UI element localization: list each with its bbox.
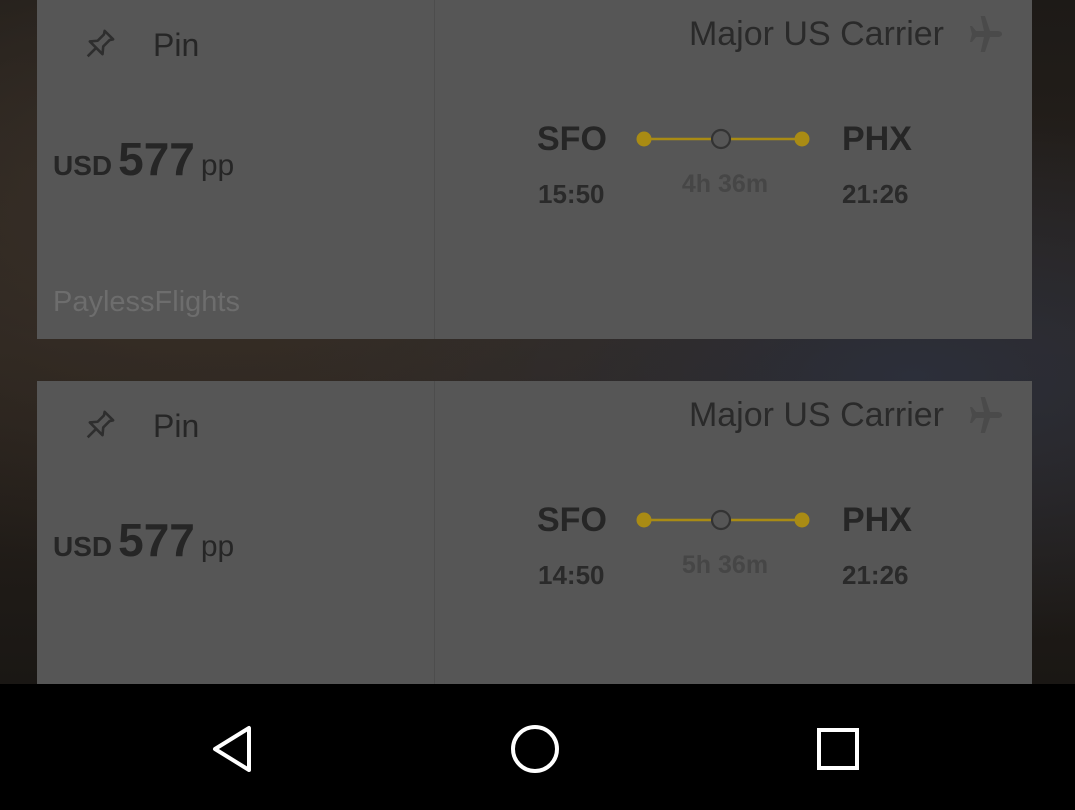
origin-airport: SFO <box>537 120 607 158</box>
carrier-name: Major US Carrier <box>688 395 944 434</box>
route-timeline <box>636 128 810 150</box>
flight-route: SFO 14:50 5h 36m PHX 21:26 <box>537 499 937 599</box>
pin-label: Pin <box>153 407 200 444</box>
flight-result-card[interactable]: Pin USD 577 pp PaylessFlights Major US C… <box>37 0 1032 339</box>
destination-dot <box>794 131 810 147</box>
price-unit: pp <box>200 530 235 563</box>
origin-airport: SFO <box>537 501 607 539</box>
carrier-name: Major US Carrier <box>688 14 944 53</box>
home-button[interactable] <box>500 714 570 784</box>
price-amount: 577 <box>118 514 195 566</box>
card-divider <box>434 0 435 339</box>
pin-button[interactable]: Pin <box>77 403 199 449</box>
stop-dot <box>710 509 732 531</box>
price-amount: 577 <box>118 133 195 185</box>
origin-dot <box>636 131 652 147</box>
price-currency: USD <box>53 531 113 562</box>
flight-duration: 5h 36m <box>681 551 769 579</box>
pushpin-icon <box>77 404 121 448</box>
destination-airport: PHX <box>842 120 912 158</box>
destination-airport: PHX <box>842 501 912 539</box>
results-screen: Pin USD 577 pp PaylessFlights Major US C… <box>0 0 1075 684</box>
card-divider <box>434 381 435 684</box>
back-button[interactable] <box>197 714 267 784</box>
arrival-time: 21:26 <box>842 560 909 590</box>
price: USD 577 pp <box>53 132 234 186</box>
arrival-time: 21:26 <box>842 179 909 209</box>
system-navigation-bar <box>0 684 1075 810</box>
stop-dot <box>710 128 732 150</box>
destination-dot <box>794 512 810 528</box>
back-triangle-icon <box>213 726 251 772</box>
airplane-icon <box>962 395 1010 435</box>
price-currency: USD <box>53 150 113 181</box>
airplane-icon <box>962 14 1010 54</box>
recents-button[interactable] <box>803 714 873 784</box>
departure-time: 14:50 <box>538 560 605 590</box>
carrier-row: Major US Carrier <box>689 14 1010 54</box>
pushpin-icon <box>77 23 121 67</box>
flight-result-card[interactable]: Pin USD 577 pp Major US Carrier SFO 14:5… <box>37 381 1032 684</box>
pin-button[interactable]: Pin <box>77 22 199 68</box>
recents-square-icon <box>817 728 859 770</box>
origin-dot <box>636 512 652 528</box>
price-unit: pp <box>200 149 235 182</box>
carrier-row: Major US Carrier <box>689 395 1010 435</box>
flight-route: SFO 15:50 4h 36m PHX 21:26 <box>537 118 937 218</box>
flight-duration: 4h 36m <box>681 170 769 198</box>
home-circle-icon <box>511 725 559 773</box>
pin-label: Pin <box>153 26 200 63</box>
price: USD 577 pp <box>53 513 234 567</box>
booking-agent: PaylessFlights <box>53 286 240 318</box>
departure-time: 15:50 <box>538 179 605 209</box>
route-timeline <box>636 509 810 531</box>
